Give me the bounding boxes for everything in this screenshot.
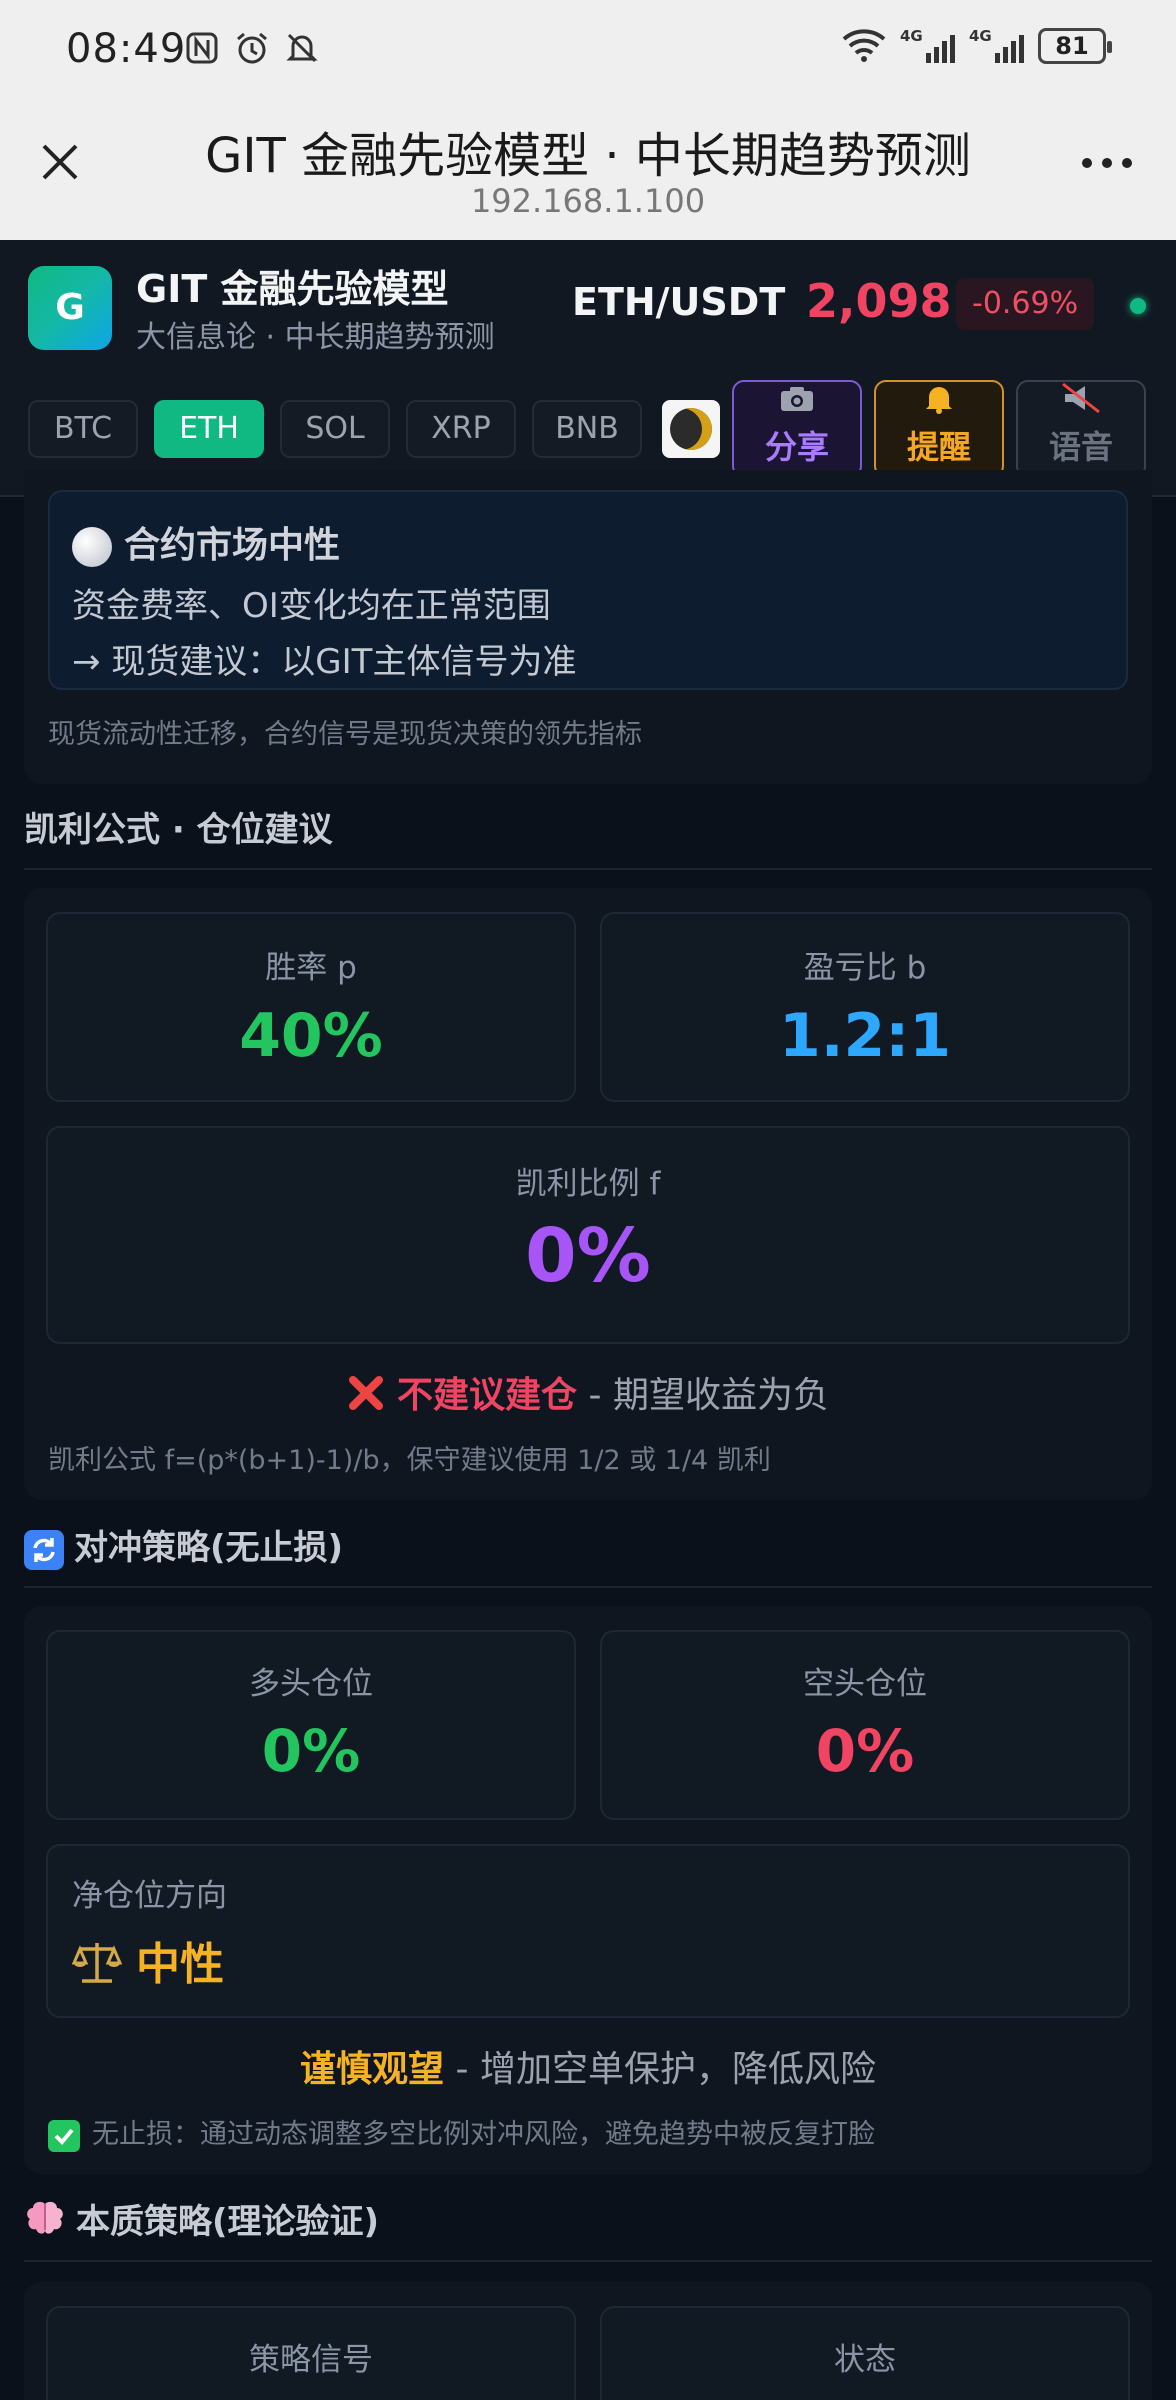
coin-tab-eth[interactable]: ETH: [154, 400, 264, 458]
white-circle-icon: [72, 527, 112, 567]
voice-button[interactable]: 语音: [1016, 380, 1146, 478]
bell-icon: [876, 382, 1002, 422]
long-position-label: 多头仓位: [249, 1666, 373, 1702]
cross-mark-icon: [347, 1374, 385, 1421]
speaker-muted-icon: [1018, 382, 1144, 422]
hedge-advice-note: - 增加空单保护，降低风险: [455, 2049, 876, 2090]
divider: [24, 1586, 1152, 1588]
net-position-cell: 净仓位方向 中性: [46, 1844, 1130, 2018]
divider: [24, 2260, 1152, 2262]
short-position-value: 0%: [815, 1717, 915, 1785]
current-price: 2,098: [806, 274, 952, 328]
wifi-icon: [842, 29, 886, 63]
camera-icon: [734, 382, 860, 422]
strategy-state-cell: 状态: [600, 2306, 1130, 2400]
trading-pair: ETH/USDT: [572, 280, 786, 324]
brain-icon: [24, 2200, 66, 2247]
hedge-advice-text: 谨慎观望: [300, 2049, 445, 2090]
app-logo: G: [28, 266, 112, 350]
kelly-formula: 凯利公式 f=(p*(b+1)-1)/b，保守建议使用 1/2 或 1/4 凯利: [48, 1445, 771, 1476]
coin-tab-sol[interactable]: SOL: [280, 400, 390, 458]
strategy-state-label: 状态: [834, 2342, 896, 2378]
kelly-fraction-value: 0%: [525, 1213, 651, 1299]
status-time: 08:49: [66, 26, 187, 72]
coin-tab-btc[interactable]: BTC: [28, 400, 138, 458]
page-url: 192.168.1.100: [470, 182, 706, 220]
contract-footnote: 现货流动性迁移，合约信号是现货决策的领先指标: [48, 719, 642, 750]
alarm-icon: [234, 30, 270, 66]
kelly-verdict: 不建议建仓 - 期望收益为负: [24, 1366, 1152, 1421]
nfc-icon: [184, 30, 220, 66]
app-subtitle: 大信息论 · 中长期趋势预测: [136, 320, 495, 355]
kelly-card: 胜率 p 40% 盈亏比 b 1.2:1 凯利比例 f 0% 不建议建仓 - 期…: [24, 888, 1152, 1500]
win-rate-label: 胜率 p: [265, 950, 357, 986]
long-position-value: 0%: [261, 1717, 361, 1785]
check-box-icon: [48, 2119, 80, 2152]
share-button[interactable]: 分享: [732, 380, 862, 478]
net-position-value: 中性: [136, 1939, 224, 1990]
contract-line-2: → 现货建议：以GIT主体信号为准: [72, 642, 577, 682]
kelly-verdict-text: 不建议建仓: [397, 1375, 578, 1416]
essence-card: 策略信号 状态: [24, 2282, 1152, 2400]
live-status-dot: [1130, 298, 1146, 314]
battery-icon: 81: [1038, 28, 1112, 64]
short-position-label: 空头仓位: [803, 1666, 927, 1702]
mute-icon: [284, 30, 320, 66]
status-bar: 08:49 4G 4G 81: [0, 0, 1176, 100]
kelly-fraction-label: 凯利比例 f: [515, 1166, 661, 1202]
hedge-section-title: 对冲策略(无止损): [24, 1520, 343, 1570]
strategy-signal-label: 策略信号: [249, 2342, 373, 2378]
theme-toggle-moon-icon[interactable]: [662, 400, 720, 458]
hedge-note: 无止损：通过动态调整多空比例对冲风险，避免趋势中被反复打脸: [48, 2112, 875, 2152]
strategy-signal-cell: 策略信号: [46, 2306, 576, 2400]
alert-button[interactable]: 提醒: [874, 380, 1004, 478]
more-menu-icon[interactable]: [1072, 138, 1142, 188]
signal-icon: 4G: [900, 27, 955, 63]
ratio-value: 1.2:1: [778, 1001, 952, 1071]
ratio-cell: 盈亏比 b 1.2:1: [600, 912, 1130, 1102]
contract-status: 合约市场中性: [124, 525, 341, 566]
win-rate-value: 40%: [239, 1001, 383, 1071]
coin-tab-bnb[interactable]: BNB: [532, 400, 642, 458]
short-position-cell: 空头仓位 0%: [600, 1630, 1130, 1820]
essence-section-title: 本质策略(理论验证): [24, 2194, 379, 2247]
hedge-advice: 谨慎观望 - 增加空单保护，降低风险: [24, 2040, 1152, 2092]
hedge-card: 多头仓位 0% 空头仓位 0% 净仓位方向 中性 谨慎观望 - 增加空单保护，降…: [24, 1606, 1152, 2174]
kelly-section-title: 凯利公式 · 仓位建议: [24, 810, 333, 850]
signal-icon-2: 4G: [969, 27, 1024, 63]
ratio-label: 盈亏比 b: [803, 950, 927, 986]
long-position-cell: 多头仓位 0%: [46, 1630, 576, 1820]
app-header: G GIT 金融先验模型 大信息论 · 中长期趋势预测 ETH/USDT 2,0…: [0, 240, 1176, 497]
price-change-badge: -0.69%: [956, 278, 1095, 330]
balance-scale-icon: [71, 1937, 123, 1998]
page-title: GIT 金融先验模型 · 中长期趋势预测: [205, 128, 971, 184]
browser-titlebar: GIT 金融先验模型 · 中长期趋势预测 192.168.1.100: [0, 100, 1176, 240]
app-name: GIT 金融先验模型: [136, 267, 449, 311]
divider: [24, 868, 1152, 870]
win-rate-cell: 胜率 p 40%: [46, 912, 576, 1102]
contract-line-1: 资金费率、OI变化均在正常范围: [72, 586, 551, 626]
arrows-cycle-icon: [24, 1529, 64, 1570]
contract-market-card: 合约市场中性 资金费率、OI变化均在正常范围 → 现货建议：以GIT主体信号为准…: [24, 470, 1152, 784]
coin-tab-xrp[interactable]: XRP: [406, 400, 516, 458]
kelly-fraction-cell: 凯利比例 f 0%: [46, 1126, 1130, 1344]
net-position-label: 净仓位方向: [72, 1878, 227, 1914]
contract-status-box: 合约市场中性 资金费率、OI变化均在正常范围 → 现货建议：以GIT主体信号为准: [48, 490, 1128, 690]
kelly-verdict-note: - 期望收益为负: [588, 1375, 829, 1416]
